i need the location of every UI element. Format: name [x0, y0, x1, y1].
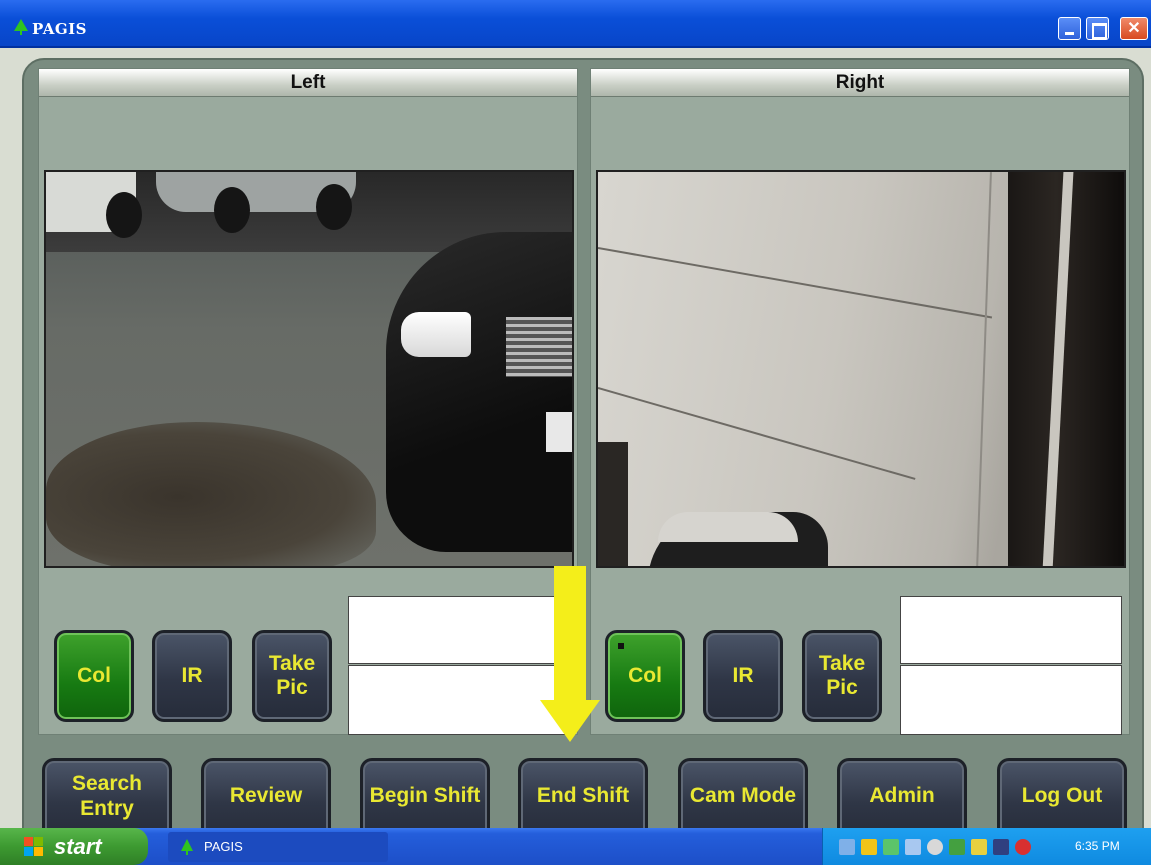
end-shift-button[interactable]: End Shift [518, 758, 648, 838]
log-out-button[interactable]: Log Out [997, 758, 1127, 838]
right-take-pic-button[interactable]: Take Pic [802, 630, 882, 722]
clock: 6:35 PM [1075, 839, 1120, 853]
left-col-button[interactable]: Col [54, 630, 134, 722]
network-icon[interactable] [839, 839, 855, 855]
close-icon: ✕ [1127, 20, 1141, 37]
close-button[interactable]: ✕ [1120, 17, 1148, 40]
windows-flag-icon [24, 837, 44, 857]
arrow-shaft [554, 566, 586, 702]
review-label: Review [229, 784, 303, 808]
end-shift-label: End Shift [536, 784, 630, 808]
right-ir-button[interactable]: IR [703, 630, 783, 722]
search-entry-label: Search Entry [71, 772, 143, 820]
cam-mode-label: Cam Mode [689, 784, 797, 808]
minimize-icon [1059, 18, 1080, 39]
window-title: PAGIS [32, 20, 87, 38]
wireless-icon[interactable] [905, 839, 921, 855]
utility-icon[interactable] [971, 839, 987, 855]
left-info-box-top [348, 596, 570, 664]
left-camera-feed[interactable] [44, 170, 574, 568]
app-tree-icon [181, 839, 193, 855]
app-tree-icon [14, 19, 28, 35]
right-info-box-bottom [900, 665, 1122, 735]
right-take-pic-label: Take Pic [818, 651, 866, 699]
left-take-pic-button[interactable]: Take Pic [252, 630, 332, 722]
active-indicator [618, 643, 624, 649]
right-col-label: Col [628, 663, 662, 687]
left-ir-label: IR [181, 663, 203, 687]
review-button[interactable]: Review [201, 758, 331, 838]
right-info-box-top [900, 596, 1122, 664]
taskbar: start PAGIS 6:35 PM [0, 828, 1151, 865]
title-bar: PAGIS ✕ [0, 0, 1151, 48]
left-ir-button[interactable]: IR [152, 630, 232, 722]
right-col-button[interactable]: Col [605, 630, 685, 722]
start-button[interactable]: start [0, 828, 148, 865]
volume-icon[interactable] [927, 839, 943, 855]
maximize-button[interactable] [1086, 17, 1109, 40]
cam-mode-button[interactable]: Cam Mode [678, 758, 808, 838]
system-tray: 6:35 PM [822, 828, 1151, 865]
start-label: start [54, 834, 102, 859]
left-take-pic-label: Take Pic [268, 651, 316, 699]
left-camera-header: Left [39, 69, 577, 97]
log-out-label: Log Out [1021, 784, 1103, 808]
begin-shift-label: Begin Shift [369, 784, 481, 808]
admin-label: Admin [869, 784, 935, 808]
notes-icon[interactable] [861, 839, 877, 855]
begin-shift-button[interactable]: Begin Shift [360, 758, 490, 838]
taskbar-item-label: PAGIS [204, 839, 243, 854]
arrow-head [540, 700, 600, 742]
right-camera-feed[interactable] [596, 170, 1126, 568]
search-entry-button[interactable]: Search Entry [42, 758, 172, 838]
minimize-button[interactable] [1058, 17, 1081, 40]
connection-icon[interactable] [883, 839, 899, 855]
maximize-icon [1087, 18, 1108, 39]
right-ir-label: IR [732, 663, 754, 687]
taskbar-item-pagis[interactable]: PAGIS [168, 832, 388, 862]
left-info-box-bottom [348, 665, 570, 735]
display-icon[interactable] [993, 839, 1009, 855]
admin-button[interactable]: Admin [837, 758, 967, 838]
left-col-label: Col [77, 663, 111, 687]
right-camera-header: Right [591, 69, 1129, 97]
security-icon[interactable] [1015, 839, 1031, 855]
safely-remove-icon[interactable] [949, 839, 965, 855]
